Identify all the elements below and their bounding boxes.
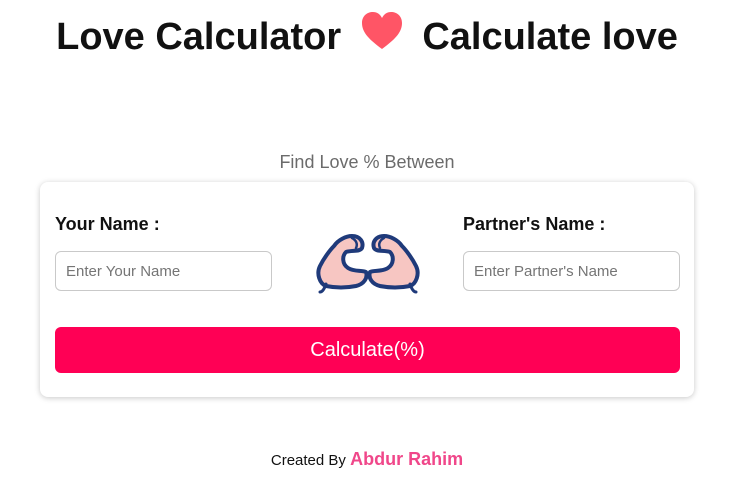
partner-name-input[interactable] (463, 251, 680, 291)
title-right: Calculate love (422, 16, 678, 59)
author-name: Abdur Rahim (350, 449, 464, 469)
heart-hands-icon (312, 228, 424, 294)
page: Love Calculator Calculate love Find Love… (0, 0, 734, 488)
page-title: Love Calculator Calculate love (0, 11, 734, 64)
created-by-text: Created By (270, 452, 346, 469)
subtitle: Find Love % Between (279, 152, 455, 172)
title-left: Love Calculator (56, 16, 342, 59)
footer: Created By Abdur Rahim (0, 449, 734, 470)
partner-name-label: Partner's Name : (463, 214, 606, 234)
your-name-input[interactable] (55, 251, 272, 291)
your-name-label: Your Name : (55, 214, 160, 234)
calculate-button[interactable]: Calculate(%) (55, 327, 680, 373)
heart-icon (360, 11, 404, 61)
